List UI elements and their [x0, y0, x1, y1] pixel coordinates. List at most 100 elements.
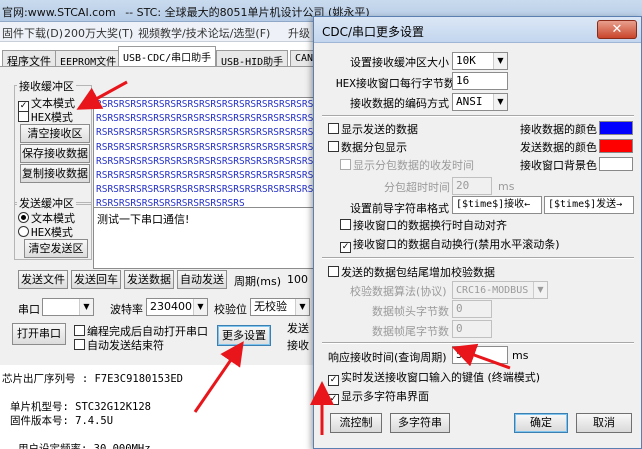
copy-receive-button[interactable]: 复制接收数据	[20, 164, 90, 183]
packet-timeout-unit: ms	[498, 180, 515, 193]
more-settings-button[interactable]: 更多设置	[217, 325, 271, 346]
send-file-button[interactable]: 发送文件	[18, 270, 68, 289]
prefix-send-input[interactable]: [$time$]发送→	[544, 196, 634, 214]
tab-usb-cdc[interactable]: USB-CDC/串口助手	[118, 46, 217, 67]
send-data-button[interactable]: 发送数据	[124, 270, 174, 289]
send-enter-button[interactable]: 发送回车	[71, 270, 121, 289]
frame-head-input[interactable]: 0	[452, 300, 492, 318]
bg-color-label: 接收窗口背景色	[520, 159, 597, 172]
menu-item-prize[interactable]: 200万大奖(T)	[64, 25, 133, 41]
port-select[interactable]: ▼	[42, 298, 94, 316]
recv-hex-mode-checkbox[interactable]: HEX模式	[18, 109, 73, 125]
chip-serial-line: 芯片出厂序列号 : F7E3C9180153ED	[2, 373, 183, 385]
baud-label: 波特率	[110, 303, 143, 316]
send-color-swatch[interactable]	[599, 139, 633, 153]
user-frequency-line: 用户设定频率: 30.000MHz	[18, 443, 151, 449]
bg-color-swatch[interactable]	[599, 157, 633, 171]
tab-usb-hid[interactable]: USB-HID助手	[216, 50, 289, 68]
receive-line: RSRSRSRSRSRSRSRSRSRSRSRSRSRSRSRSRSRSRSRS	[96, 113, 325, 125]
tab-eeprom-file[interactable]: EEPROM文件	[55, 50, 122, 68]
checksum-checkbox[interactable]: 发送的数据包结尾增加校验数据	[328, 264, 495, 280]
frame-tail-input[interactable]: 0	[452, 320, 492, 338]
checksum-algo-label: 校验数据算法(协议)	[350, 285, 447, 298]
recv-count-label: 接收	[287, 339, 309, 352]
checksum-algo-select[interactable]: CRC16-MODBUS ▼	[452, 281, 548, 299]
show-packet-time-checkbox[interactable]: 显示分包数据的收发时间	[340, 157, 474, 173]
tab-strip: 程序文件 EEPROM文件 USB-CDC/串口助手 USB-HID助手 CAN	[0, 46, 330, 68]
chevron-down-icon: ▼	[533, 282, 547, 298]
ok-button[interactable]: 确定	[514, 413, 568, 433]
encoding-select[interactable]: ANSI ▼	[452, 93, 508, 111]
hex-per-line-label: HEX接收窗口每行字节数	[336, 77, 455, 90]
auto-align-checkbox[interactable]: 接收窗口的数据换行时自动对齐	[340, 217, 507, 233]
prefix-recv-input[interactable]: [$time$]接收←	[452, 196, 542, 214]
chip-info-area: 芯片出厂序列号 : F7E3C9180153ED 单片机型号: STC32G12…	[0, 365, 330, 449]
multi-string-button[interactable]: 多字符串	[390, 413, 450, 433]
recv-buffer-label: 设置接收缓冲区大小	[350, 56, 449, 69]
recv-buffer-select[interactable]: 10K ▼	[452, 52, 508, 70]
show-sent-checkbox[interactable]: 显示发送的数据	[328, 121, 418, 137]
parity-select[interactable]: 无校验 ▼	[250, 298, 310, 316]
encoding-label: 接收数据的编码方式	[350, 97, 449, 110]
recv-color-swatch[interactable]	[599, 121, 633, 135]
auto-send-end-checkbox[interactable]: 自动发送结束符	[74, 337, 164, 353]
save-receive-button[interactable]: 保存接收数据	[20, 144, 90, 163]
realtime-send-checkbox[interactable]: ✓ 实时发送接收窗口输入的键值 (终端模式)	[328, 369, 540, 386]
send-group-title: 发送缓冲区	[17, 195, 76, 211]
auto-wrap-checkbox[interactable]: ✓ 接收窗口的数据自动换行(禁用水平滚动条)	[340, 236, 560, 253]
baud-select[interactable]: 230400 ▼	[146, 298, 208, 316]
period-label: 周期(ms)	[234, 275, 282, 288]
dialog-title: CDC/串口更多设置	[322, 25, 425, 39]
period-value: 100	[287, 273, 308, 286]
receive-line: RSRSRSRSRSRSRSRSRSRSRSRSRSRSRSRSRSRSRSRS	[96, 141, 325, 153]
receive-line: RSRSRSRSRSRSRSRSRSRSRSRSRSRSRSRSRSRSRSRS	[96, 99, 325, 110]
packet-timeout-input[interactable]: 20	[452, 177, 492, 195]
send-count-label: 发送	[287, 322, 309, 335]
receive-group-title: 接收缓冲区	[17, 78, 76, 94]
parity-label: 校验位	[214, 303, 247, 316]
auto-send-button[interactable]: 自动发送	[177, 270, 227, 289]
menu-item-upgrade[interactable]: 升级	[288, 25, 310, 41]
multi-string-checkbox[interactable]: ✓ 显示多字符串界面	[328, 388, 429, 405]
receive-line: RSRSRSRSRSRSRSRSRSRSRSRSRSRSRSRSRSRSRSRS	[96, 184, 325, 196]
clear-receive-button[interactable]: 清空接收区	[20, 124, 90, 143]
receive-line: RSRSRSRSRSRSRSRSRSRSRSRSRSRSRSRSRSRSRSRS	[96, 127, 325, 139]
menu-item-video[interactable]: 视频教学/技术论坛/选型(F)	[138, 25, 270, 41]
receive-line: RSRSRSRSRSRSRSRSRSRSRSRSRSRSRSRSRSRSRSRS	[96, 155, 325, 167]
chevron-down-icon: ▼	[79, 299, 93, 315]
recv-color-label: 接收数据的颜色	[520, 123, 597, 136]
menu-item-download[interactable]: 固件下载(D)	[2, 25, 63, 41]
separator	[322, 115, 634, 117]
separator	[322, 257, 634, 259]
tab-program-file[interactable]: 程序文件	[2, 50, 56, 68]
clear-send-button[interactable]: 清空发送区	[24, 239, 88, 258]
send-hex-mode-radio[interactable]: HEX模式	[18, 224, 73, 240]
title-left: 官网:www.STCAI.com	[2, 6, 116, 19]
response-time-unit: ms	[512, 349, 529, 362]
chip-model-line: 单片机型号: STC32G12K128	[10, 401, 152, 413]
send-color-label: 发送数据的颜色	[520, 141, 597, 154]
close-icon[interactable]: ✕	[597, 20, 637, 39]
chevron-down-icon: ▼	[295, 299, 309, 315]
chevron-down-icon: ▼	[493, 53, 507, 69]
port-label: 串口	[18, 303, 40, 316]
flow-control-button[interactable]: 流控制	[330, 413, 382, 433]
more-settings-dialog: CDC/串口更多设置 ✕ 设置接收缓冲区大小 10K ▼ HEX接收窗口每行字节数…	[313, 16, 642, 449]
chevron-down-icon: ▼	[193, 299, 207, 315]
packet-display-checkbox[interactable]: 数据分包显示	[328, 139, 407, 155]
separator	[322, 342, 634, 344]
packet-timeout-label: 分包超时时间	[384, 181, 450, 194]
dialog-title-bar: CDC/串口更多设置 ✕	[314, 17, 641, 43]
hex-per-line-input[interactable]: 16	[452, 72, 508, 90]
frame-tail-label: 数据帧尾字节数	[372, 325, 449, 338]
receive-line: RSRSRSRSRSRSRSRSRSRSRSRSRSRSRSRSRSRSRSRS	[96, 170, 325, 182]
response-time-label: 响应接收时间(查询周期)	[328, 351, 447, 364]
chevron-down-icon: ▼	[493, 94, 507, 110]
firmware-version-line: 固件版本号: 7.4.5U	[10, 415, 114, 427]
send-text-area[interactable]: 测试一下串口通信!	[93, 207, 330, 269]
prefix-format-label: 设置前导字符串格式	[350, 202, 449, 215]
frame-head-label: 数据帧头字节数	[372, 305, 449, 318]
response-time-input[interactable]: 5	[452, 346, 508, 364]
cancel-button[interactable]: 取消	[576, 413, 632, 433]
open-port-button[interactable]: 打开串口	[12, 323, 66, 345]
